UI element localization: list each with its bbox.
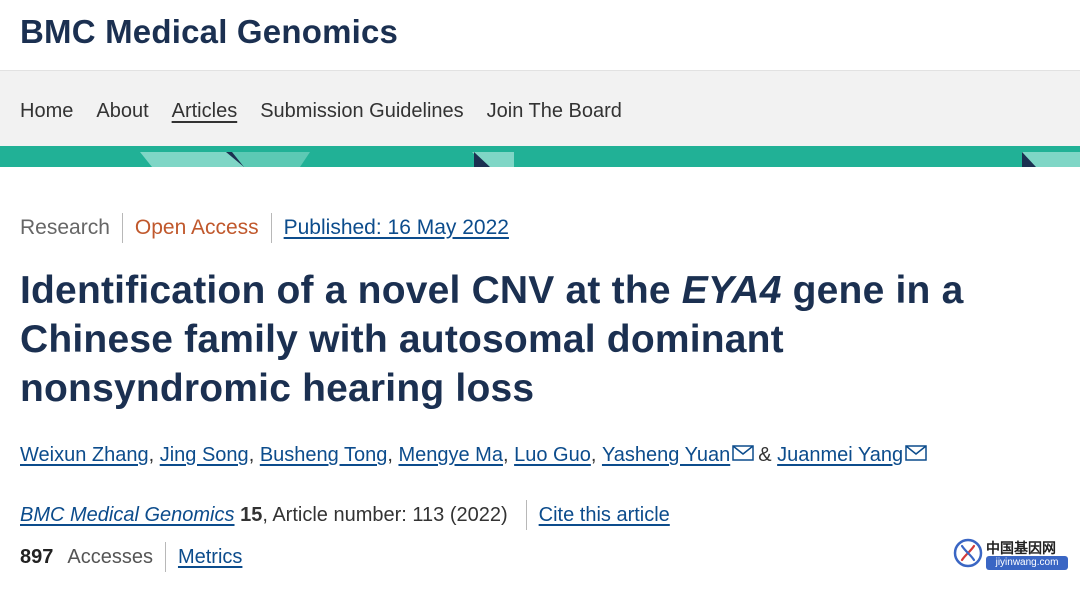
nav-submission-guidelines[interactable]: Submission Guidelines (260, 100, 463, 123)
title-gene-name: EYA4 (681, 269, 782, 312)
author-list: Weixun Zhang, Jing Song, Busheng Tong, M… (20, 444, 931, 467)
author-link[interactable]: Jing Song (160, 444, 249, 467)
email-icon[interactable] (905, 444, 927, 461)
dna-logo-icon (953, 538, 983, 568)
published-date-link[interactable]: Published: 16 May 2022 (284, 216, 509, 240)
watermark: 中国基因网 jiyinwang.com (953, 536, 1068, 572)
citation-volume: 15 (240, 503, 263, 526)
author-separator: , (502, 444, 509, 466)
cite-this-article-link[interactable]: Cite this article (539, 504, 670, 527)
accesses-count: 897 (20, 545, 54, 568)
citation-divider (525, 500, 527, 530)
metrics-link[interactable]: Metrics (178, 546, 242, 569)
article-type: Research (20, 216, 110, 239)
author-separator: , (387, 444, 393, 466)
author-separator: , (590, 444, 597, 466)
open-access-label: Open Access (134, 216, 259, 239)
author-link[interactable]: Weixun Zhang (20, 444, 149, 467)
watermark-url: jiyinwang.com (986, 556, 1068, 570)
author-link[interactable]: Juanmei Yang (777, 444, 903, 467)
nav-articles[interactable]: Articles (172, 100, 238, 123)
nav-about[interactable]: About (96, 100, 148, 123)
metrics-line: 897 Accesses Metrics (20, 541, 242, 573)
journal-header: BMC Medical Genomics (0, 0, 1080, 70)
metrics-divider (164, 542, 166, 572)
article-meta: Research Open Access Published: 16 May 2… (20, 212, 509, 244)
accesses-label: Accesses (67, 545, 153, 568)
title-text-start: Identification of a novel CNV at the (20, 269, 682, 312)
citation-line: BMC Medical Genomics 15 , Article number… (20, 500, 670, 530)
author-separator: , (248, 444, 255, 466)
author-link[interactable]: Luo Guo (514, 444, 591, 467)
author-link[interactable]: Busheng Tong (260, 444, 388, 467)
author-and: & (758, 444, 772, 466)
journal-title-link[interactable]: BMC Medical Genomics (20, 13, 398, 51)
author-link[interactable]: Yasheng Yuan (602, 444, 730, 467)
nav-home[interactable]: Home (20, 100, 73, 123)
decorative-band (0, 146, 1080, 167)
article-title: Identification of a novel CNV at the EYA… (20, 266, 1060, 413)
watermark-cn-text: 中国基因网 (986, 541, 1056, 557)
citation-article-number: , Article number: 113 (2022) (262, 503, 508, 526)
email-icon[interactable] (732, 444, 754, 461)
author-separator: , (148, 444, 155, 466)
author-link[interactable]: Mengye Ma (398, 444, 503, 467)
citation-journal-link[interactable]: BMC Medical Genomics (20, 504, 235, 527)
band-pattern (0, 146, 1080, 167)
main-navigation: Home About Articles Submission Guideline… (0, 70, 1080, 146)
nav-join-the-board[interactable]: Join The Board (487, 100, 622, 123)
meta-divider (121, 213, 123, 243)
meta-divider (270, 213, 272, 243)
nav-list: Home About Articles Submission Guideline… (20, 100, 645, 123)
